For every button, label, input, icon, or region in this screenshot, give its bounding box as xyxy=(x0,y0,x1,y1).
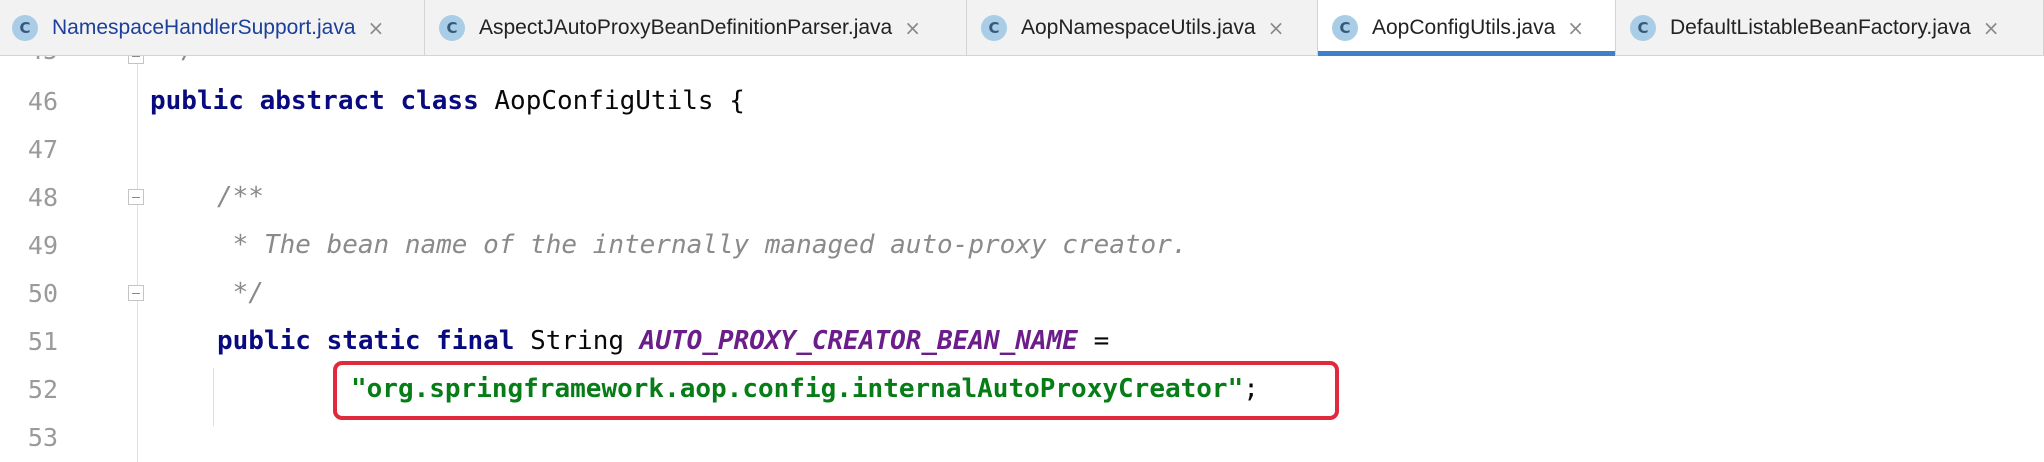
fold-marker-icon[interactable] xyxy=(128,189,144,205)
highlight-box xyxy=(333,361,1339,420)
comment-text: /** xyxy=(217,182,264,212)
line-number: 51 xyxy=(27,326,58,356)
code-line: 50 */ xyxy=(0,269,2044,317)
keyword: static xyxy=(326,326,421,356)
close-icon[interactable]: × xyxy=(1268,16,1285,40)
tab-label: AopConfigUtils.java xyxy=(1372,15,1556,39)
class-icon: C xyxy=(439,14,465,41)
type-name: String xyxy=(530,326,625,356)
keyword: public xyxy=(217,326,311,356)
code-editor[interactable]: 45 */ 46 public abstract class AopConfig… xyxy=(0,56,2044,462)
line-number: 45 xyxy=(0,56,58,65)
tab-aop-config-utils[interactable]: C AopConfigUtils.java × xyxy=(1318,0,1616,56)
tab-label: NamespaceHandlerSupport.java xyxy=(52,15,356,39)
editor-tab-bar: C NamespaceHandlerSupport.java × C Aspec… xyxy=(0,0,2044,56)
close-icon[interactable]: × xyxy=(1983,16,2000,40)
line-number: 53 xyxy=(27,422,58,452)
tab-label: AopNamespaceUtils.java xyxy=(1021,15,1256,39)
tab-namespace-handler-support[interactable]: C NamespaceHandlerSupport.java × xyxy=(0,0,425,55)
close-icon[interactable]: × xyxy=(368,16,385,40)
line-number: 49 xyxy=(27,230,58,260)
keyword: final xyxy=(436,326,515,356)
class-icon: C xyxy=(1332,14,1358,41)
class-icon: C xyxy=(1630,14,1656,41)
class-icon: C xyxy=(12,14,38,41)
close-icon[interactable]: × xyxy=(904,16,921,40)
code-line: 49 * The bean name of the internally man… xyxy=(0,221,2044,269)
line-number: 52 xyxy=(27,374,58,404)
keyword: public abstract class xyxy=(150,86,479,116)
class-name: AopConfigUtils { xyxy=(478,86,745,116)
tab-default-listable-bean-factory[interactable]: C DefaultListableBeanFactory.java × xyxy=(1616,0,2044,55)
tab-aop-namespace-utils[interactable]: C AopNamespaceUtils.java × xyxy=(967,0,1318,55)
code-line: 51 public static final String AUTO_PROXY… xyxy=(0,317,2044,365)
tab-aspectj-auto-proxy-bean-definition-parser[interactable]: C AspectJAutoProxyBeanDefinitionParser.j… xyxy=(425,0,967,55)
code-line: 53 xyxy=(0,413,2044,461)
tab-label: AspectJAutoProxyBeanDefinitionParser.jav… xyxy=(479,15,893,39)
code-line: 47 xyxy=(0,125,2044,173)
class-declaration: public abstract class AopConfigUtils { xyxy=(150,86,745,116)
line-number: 46 xyxy=(27,86,58,116)
fold-marker-icon[interactable] xyxy=(128,285,144,301)
line-number: 47 xyxy=(27,134,58,164)
line-number: 48 xyxy=(27,182,58,212)
code-line: 48 /** xyxy=(0,173,2044,221)
close-icon[interactable]: × xyxy=(1567,16,1584,40)
code-line: 46 public abstract class AopConfigUtils … xyxy=(0,77,2044,125)
field-declaration: public static final String AUTO_PROXY_CR… xyxy=(217,326,1109,356)
class-icon: C xyxy=(981,14,1007,41)
fold-marker-icon[interactable] xyxy=(128,56,144,64)
comment-text: */ xyxy=(217,278,264,308)
code-line: 45 */ xyxy=(0,56,2044,74)
operator: = xyxy=(1077,326,1110,356)
constant-name: AUTO_PROXY_CREATOR_BEAN_NAME xyxy=(639,326,1078,356)
comment-text: */ xyxy=(150,56,197,65)
tab-label: DefaultListableBeanFactory.java xyxy=(1670,15,1971,39)
comment-text: * The bean name of the internally manage… xyxy=(217,230,1188,260)
line-number: 50 xyxy=(27,278,58,308)
